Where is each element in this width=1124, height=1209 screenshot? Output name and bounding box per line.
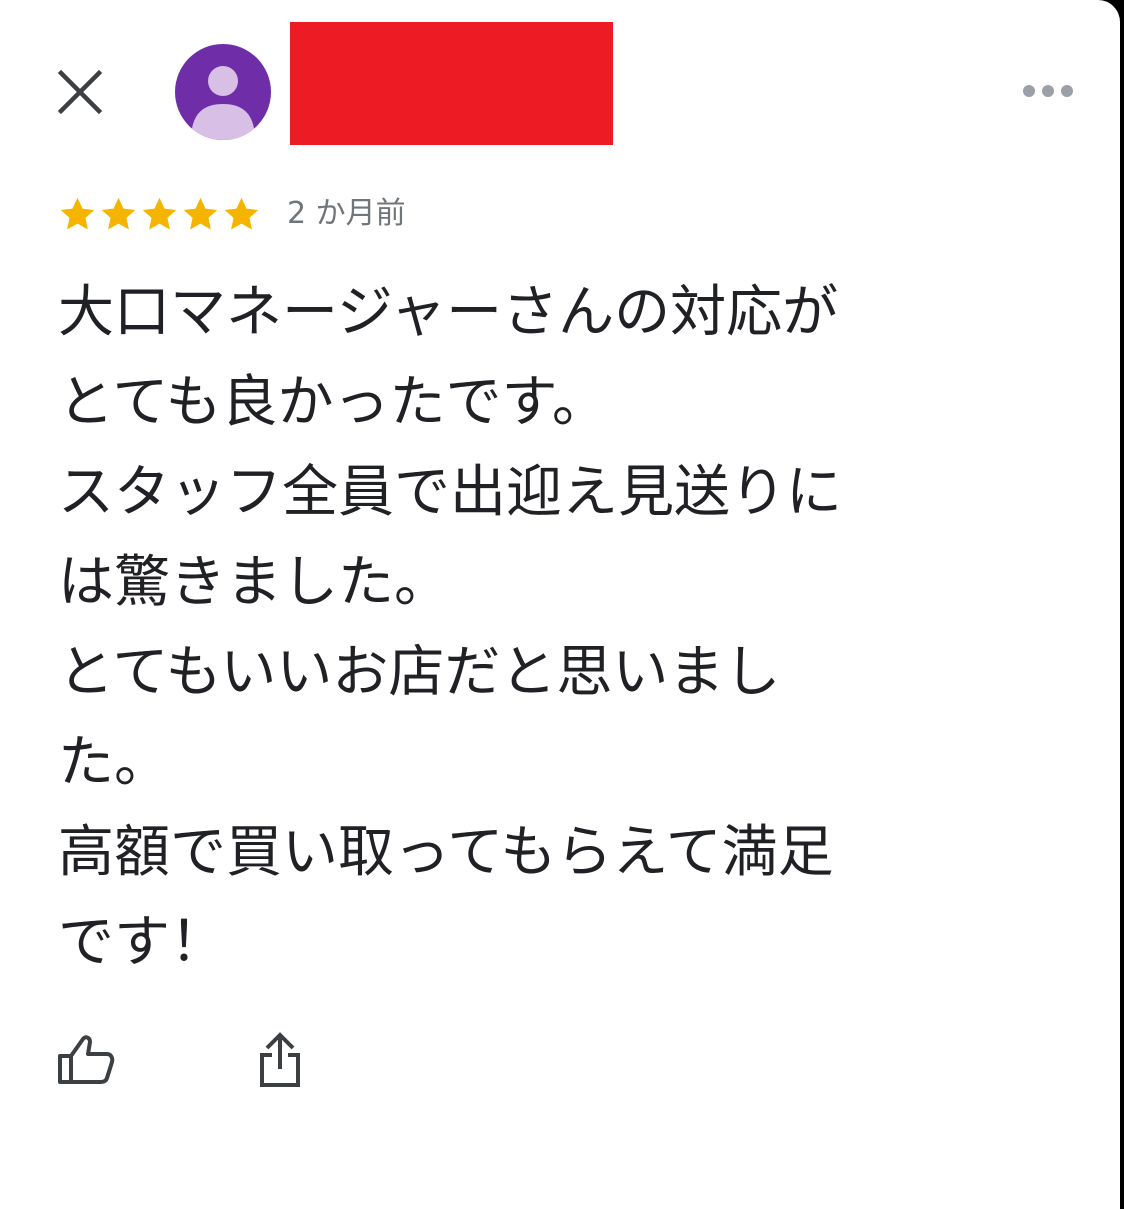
person-icon bbox=[191, 66, 255, 140]
star-icon bbox=[60, 197, 95, 229]
share-button[interactable] bbox=[248, 1028, 312, 1092]
close-button[interactable] bbox=[52, 64, 108, 120]
review-time: 2 か月前 bbox=[287, 196, 406, 231]
star-icon bbox=[224, 197, 259, 229]
star-icon bbox=[142, 197, 177, 229]
like-button[interactable] bbox=[54, 1028, 118, 1092]
avatar[interactable] bbox=[175, 44, 271, 140]
star-icon bbox=[183, 197, 218, 229]
share-icon bbox=[260, 1032, 300, 1087]
review-card: 2 か月前 大口マネージャーさんの対応が とても良かったです。 スタッフ全員で出… bbox=[0, 0, 1120, 1209]
more-horizontal-icon bbox=[1023, 85, 1073, 97]
star-icon bbox=[101, 197, 136, 229]
more-options-button[interactable] bbox=[1016, 74, 1080, 108]
thumbs-up-icon bbox=[58, 1035, 115, 1084]
rating-row: 2 か月前 bbox=[58, 192, 406, 236]
star-rating bbox=[58, 195, 263, 234]
redacted-reviewer-name bbox=[290, 22, 613, 145]
close-icon bbox=[57, 69, 103, 115]
review-text: 大口マネージャーさんの対応が とても良かったです。 スタッフ全員で出迎え見送りに… bbox=[58, 280, 842, 975]
